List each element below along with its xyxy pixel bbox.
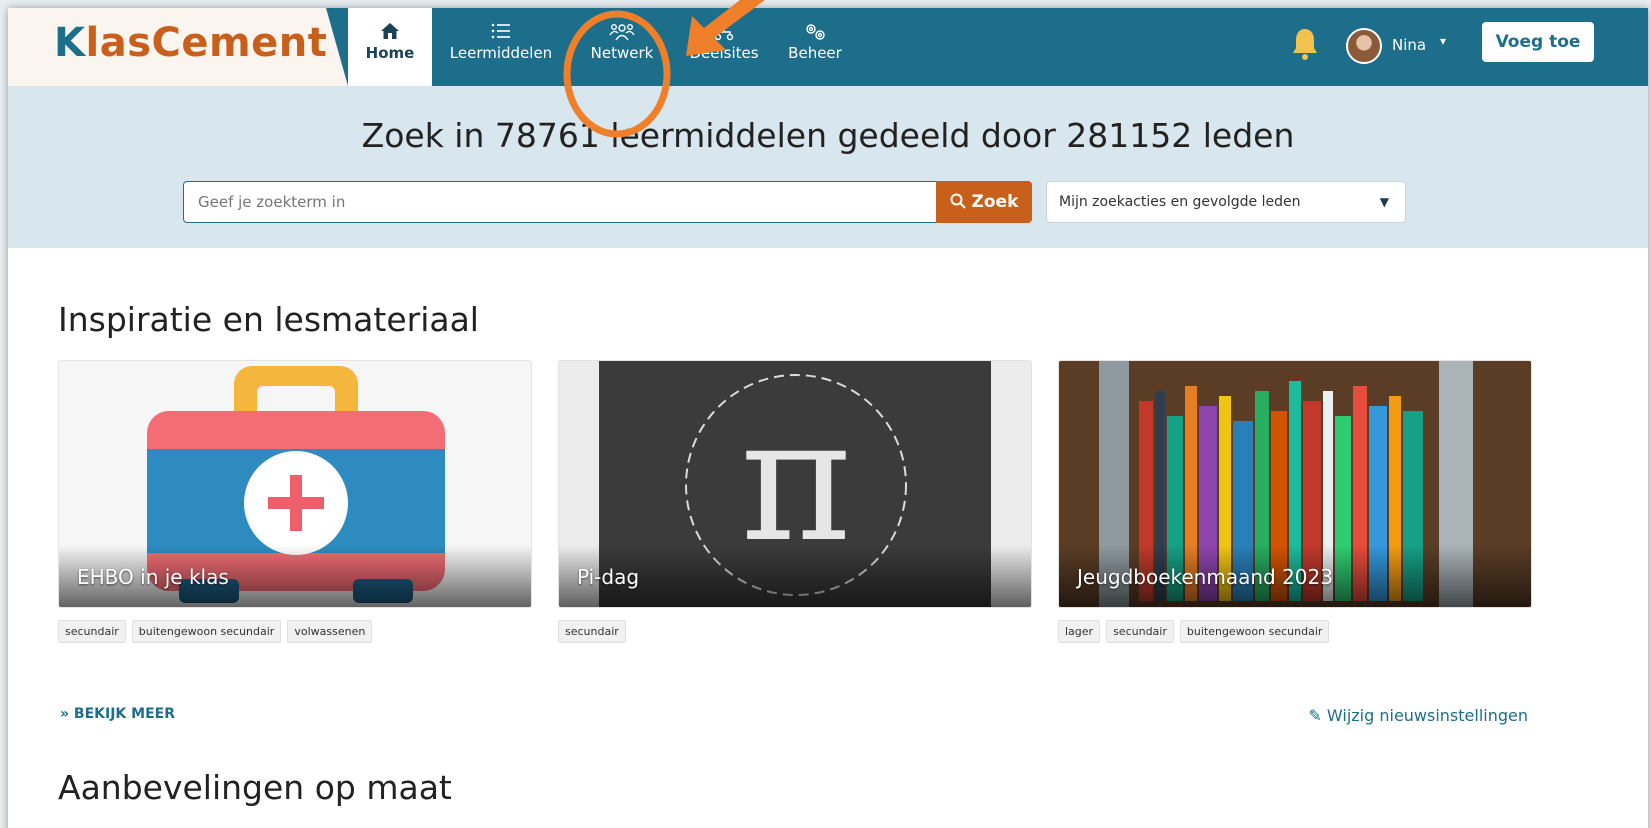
top-navigation-bar: KlasCement Home Leermiddelen Netwerk Dee… <box>8 8 1648 86</box>
caret-down-icon: ▼ <box>1379 195 1389 209</box>
tag[interactable]: secundair <box>58 620 126 643</box>
search-icon <box>950 192 972 212</box>
nav-netwerk[interactable]: Netwerk <box>570 8 674 86</box>
nav-home-label: Home <box>365 44 415 62</box>
tag[interactable]: secundair <box>1106 620 1174 643</box>
tag[interactable]: lager <box>1058 620 1101 643</box>
nav-beheer-label: Beheer <box>788 44 842 62</box>
klascement-logo[interactable]: KlasCement <box>54 20 327 66</box>
add-button[interactable]: Voeg toe <box>1482 22 1594 62</box>
nav-leermiddelen[interactable]: Leermiddelen <box>432 8 570 86</box>
saved-searches-value: Mijn zoekacties en gevolgde leden <box>1059 194 1301 210</box>
nav-deelsites[interactable]: Deelsites <box>674 8 774 86</box>
home-icon <box>380 22 400 44</box>
inspiration-title: Inspiratie en lesmateriaal <box>58 300 479 339</box>
pencil-icon: ✎ <box>1308 706 1322 725</box>
gears-icon <box>803 22 827 44</box>
logo-area: KlasCement <box>8 8 348 86</box>
card-pi-dag[interactable]: π Pi-dag <box>558 360 1032 608</box>
card-caption: Jeugdboekenmaand 2023 <box>1059 545 1531 607</box>
double-chevron-right-icon: » <box>60 706 70 722</box>
nav-deelsites-label: Deelsites <box>689 44 759 62</box>
card-caption: Pi-dag <box>559 545 1031 607</box>
card-pi-tags: secundair <box>558 620 626 643</box>
card-ehbo-title: EHBO in je klas <box>77 565 229 589</box>
card-jeugdboekenmaand-tags: lager secundair buitengewoon secundair <box>1058 620 1330 643</box>
users-icon <box>609 22 635 44</box>
saved-searches-select[interactable]: Mijn zoekacties en gevolgde leden ▼ <box>1046 181 1406 223</box>
edit-news-label: Wijzig nieuwsinstellingen <box>1326 706 1528 725</box>
tag[interactable]: buitengewoon secundair <box>1179 620 1330 643</box>
logo-letter-k: K <box>54 20 86 66</box>
search-input[interactable] <box>183 181 937 223</box>
search-button[interactable]: Zoek <box>936 181 1032 223</box>
tag[interactable]: volwassenen <box>287 620 373 643</box>
card-pi-title: Pi-dag <box>577 565 640 589</box>
tag[interactable]: buitengewoon secundair <box>131 620 282 643</box>
nav-netwerk-label: Netwerk <box>590 44 654 62</box>
card-ehbo[interactable]: EHBO in je klas <box>58 360 532 608</box>
search-section: Zoek in 78761 leermiddelen gedeeld door … <box>8 86 1648 248</box>
sitemap-icon <box>713 22 735 44</box>
edit-news-settings-link[interactable]: ✎ Wijzig nieuwsinstellingen <box>1308 706 1528 725</box>
search-button-label: Zoek <box>971 192 1019 212</box>
view-more-label: BEKIJK MEER <box>73 706 175 722</box>
tag[interactable]: secundair <box>558 620 626 643</box>
chevron-down-icon[interactable]: ▾ <box>1440 34 1446 48</box>
avatar[interactable] <box>1346 28 1382 64</box>
card-jeugdboekenmaand-title: Jeugdboekenmaand 2023 <box>1077 565 1333 589</box>
card-ehbo-tags: secundair buitengewoon secundair volwass… <box>58 620 373 643</box>
nav-home[interactable]: Home <box>348 8 432 86</box>
nav-beheer[interactable]: Beheer <box>774 8 856 86</box>
card-caption: EHBO in je klas <box>59 545 531 607</box>
logo-text: lasCement <box>85 20 328 66</box>
list-icon <box>490 22 512 44</box>
browser-frame: KlasCement Home Leermiddelen Netwerk Dee… <box>8 8 1648 828</box>
user-name[interactable]: Nina <box>1392 36 1426 54</box>
recommendations-title: Aanbevelingen op maat <box>58 768 452 807</box>
card-jeugdboekenmaand[interactable]: Jeugdboekenmaand 2023 <box>1058 360 1532 608</box>
view-more-link[interactable]: » BEKIJK MEER <box>60 706 175 722</box>
nav-leermiddelen-label: Leermiddelen <box>449 44 553 62</box>
bell-icon[interactable] <box>1291 26 1319 62</box>
search-title: Zoek in 78761 leermiddelen gedeeld door … <box>361 116 1295 155</box>
main-nav: Home Leermiddelen Netwerk Deelsites Behe… <box>348 8 856 86</box>
